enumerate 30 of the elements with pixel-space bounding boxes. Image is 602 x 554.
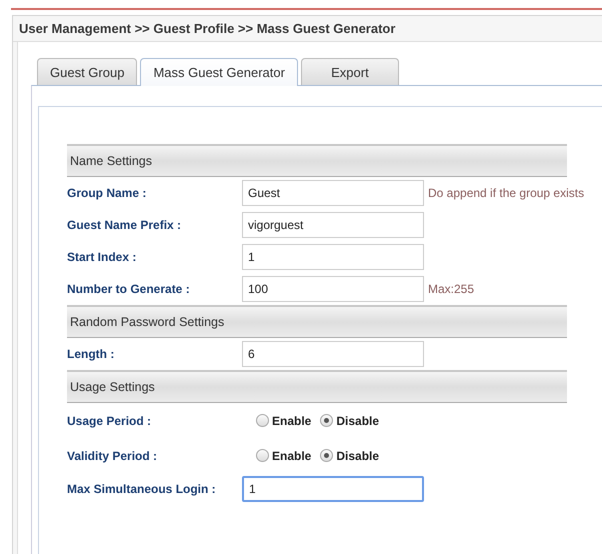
radio-button[interactable] xyxy=(320,414,334,427)
radio-button[interactable] xyxy=(320,449,334,462)
input-field[interactable]: 6 xyxy=(242,341,424,367)
section-header: Name Settings xyxy=(67,144,567,177)
field-label: Length : xyxy=(67,347,116,361)
hint-text: Max:255 xyxy=(428,282,474,296)
radio-label[interactable]: Enable xyxy=(272,448,312,462)
hint-text: Do append if the group exists xyxy=(428,186,584,200)
section-header: Usage Settings xyxy=(67,370,567,403)
tab[interactable]: Export xyxy=(300,58,399,85)
field-label: Group Name : xyxy=(67,186,148,200)
field-label: Max Simultaneous Login : xyxy=(67,482,217,496)
input-field[interactable]: vigorguest xyxy=(242,212,424,238)
field-label: Validity Period : xyxy=(67,448,158,462)
radio-label[interactable]: Disable xyxy=(336,448,380,462)
radio-label[interactable]: Disable xyxy=(336,414,380,428)
radio-button[interactable] xyxy=(256,449,269,462)
field-label: Usage Period : xyxy=(67,414,152,428)
field-label: Guest Name Prefix : xyxy=(67,218,182,232)
radio-label[interactable]: Enable xyxy=(272,414,312,428)
section-header: Random Password Settings xyxy=(67,305,567,338)
input-field[interactable]: 1 xyxy=(242,244,424,270)
tab[interactable]: Mass Guest Generator xyxy=(140,58,298,86)
tab[interactable]: Guest Group xyxy=(37,58,138,85)
field-label: Start Index : xyxy=(67,250,138,264)
radio-button[interactable] xyxy=(256,414,269,427)
field-label: Number to Generate : xyxy=(67,282,191,296)
input-field[interactable]: 100 xyxy=(242,276,424,302)
input-field[interactable]: Guest xyxy=(242,180,424,206)
input-field[interactable]: 1 xyxy=(242,476,424,502)
